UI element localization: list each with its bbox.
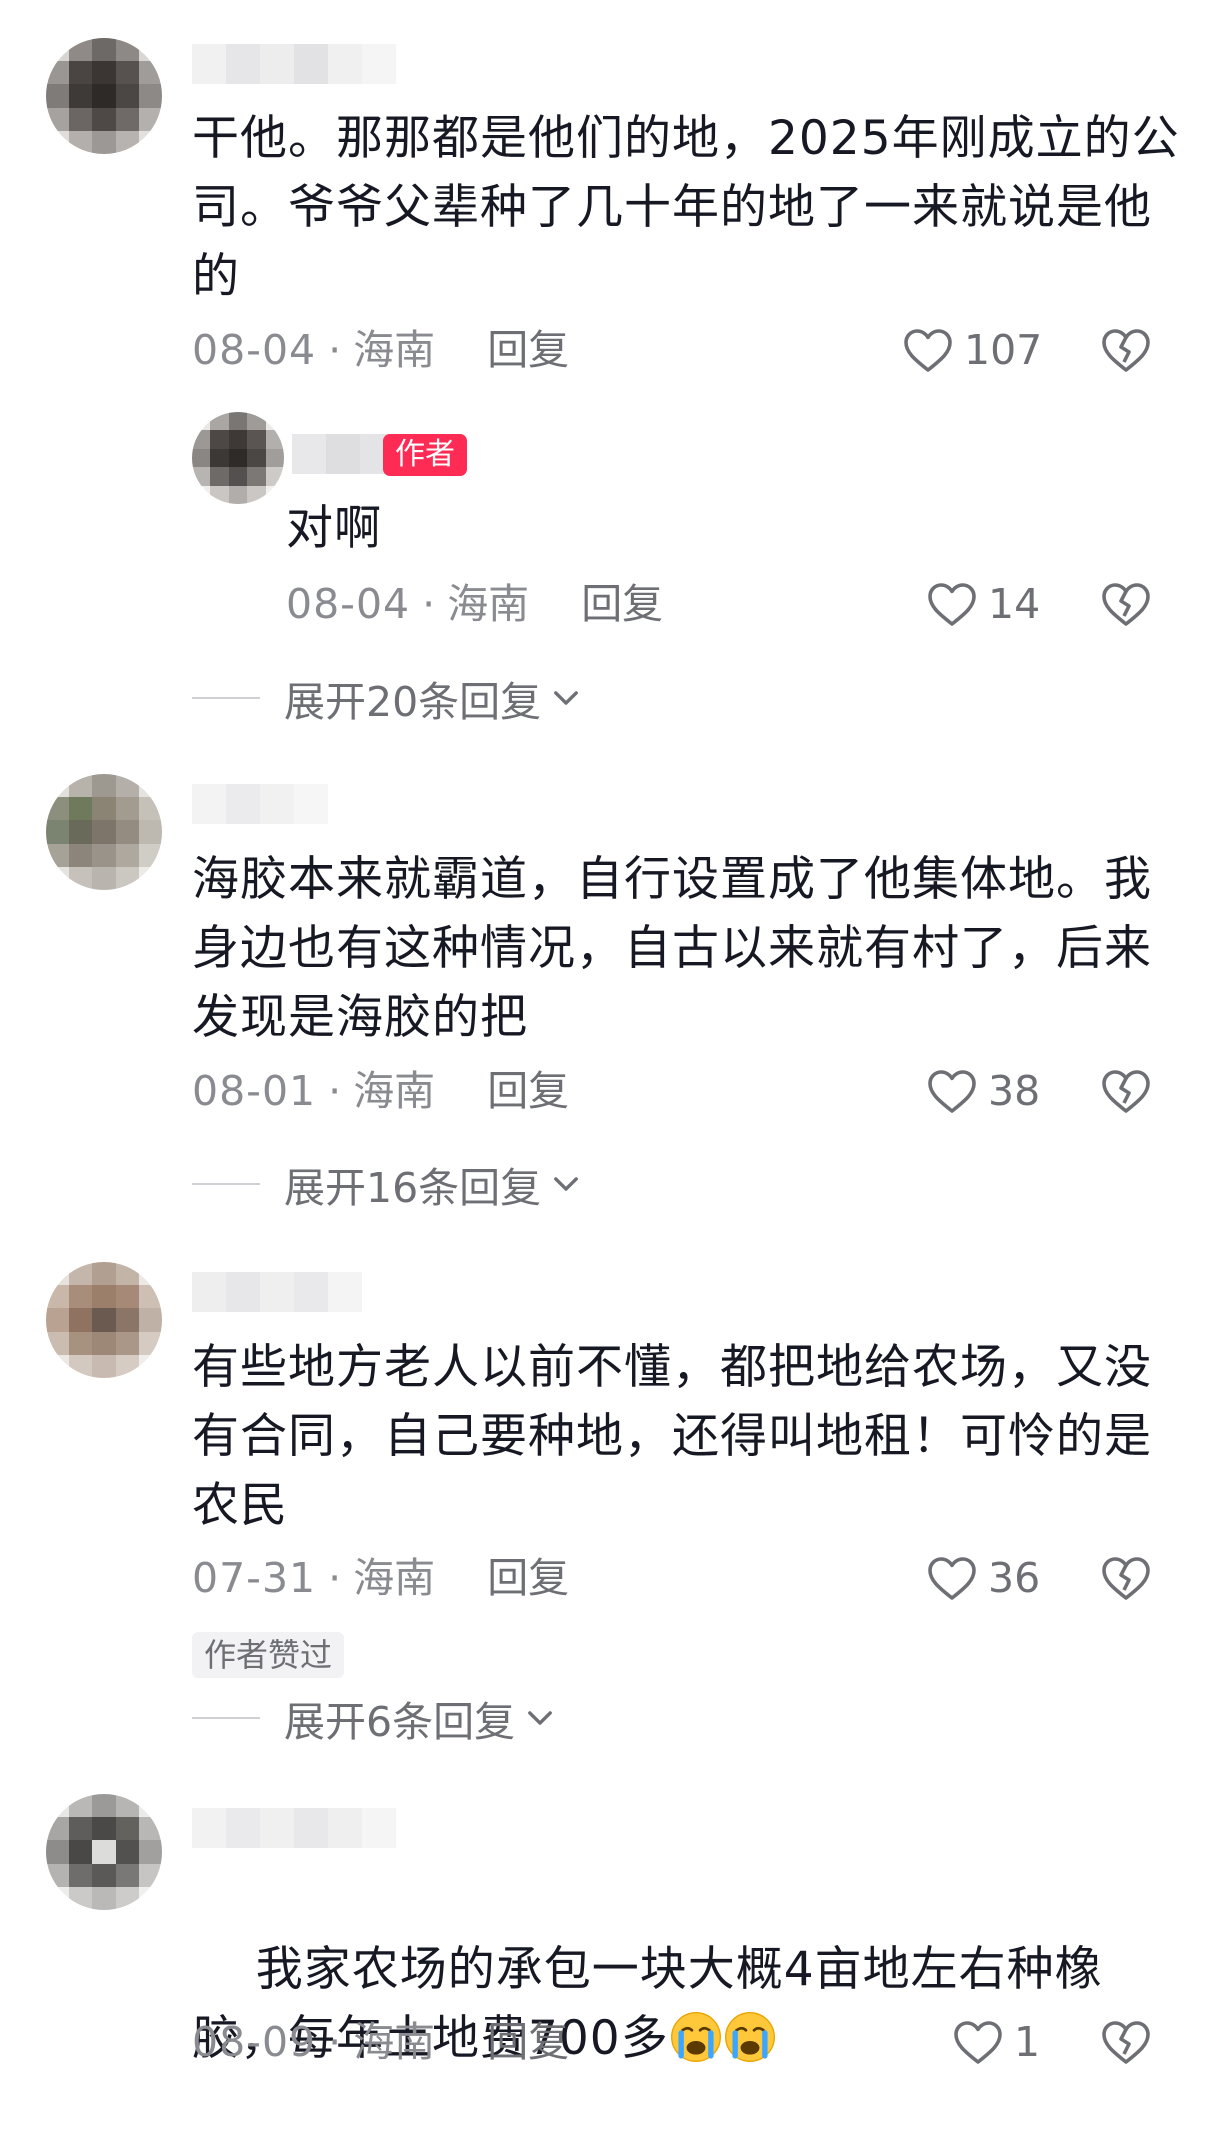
meta-separator: ·: [422, 580, 436, 628]
author-liked-tag: 作者赞过: [192, 1632, 345, 1678]
comment-text: 我家农场的承包一块大概4亩地左右种橡胶，每年土地费700多: [192, 1866, 1192, 2142]
comment-location: 海南: [353, 326, 436, 374]
comment-meta: 08-09 · 海南 回复: [192, 2012, 569, 2072]
reply-button[interactable]: 回复: [487, 1061, 569, 1121]
avatar[interactable]: [46, 1794, 162, 1910]
heart-outline-icon: [928, 1557, 976, 1600]
author-badge: 作者: [383, 434, 467, 476]
username-blurred[interactable]: [192, 1808, 396, 1848]
expand-replies-button[interactable]: 展开20条回复: [192, 668, 583, 728]
crying-emoji-icon: [724, 2012, 775, 2062]
like-count: 38: [988, 1067, 1041, 1115]
expand-replies-button[interactable]: 展开6条回复: [192, 1688, 557, 1748]
broken-heart-icon[interactable]: [1100, 2016, 1152, 2068]
comment-meta: 07-31 · 海南 回复: [192, 1548, 569, 1608]
avatar[interactable]: [46, 774, 162, 890]
like-count: 107: [964, 326, 1043, 374]
like-count: 1: [1014, 2018, 1041, 2066]
chevron-down-icon: [554, 691, 579, 705]
comment-text: 干他。那那都是他们的地，2025年刚成立的公司。爷爷父辈种了几十年的地了一来就说…: [192, 111, 1180, 304]
heart-outline-icon: [954, 2021, 1002, 2064]
expand-label: 展开20条回复: [284, 678, 542, 726]
like-button[interactable]: 36: [926, 1548, 1040, 1608]
reply-button[interactable]: 回复: [487, 320, 569, 380]
broken-heart-icon[interactable]: [1100, 578, 1152, 630]
expand-divider: [192, 1717, 260, 1719]
reply-button[interactable]: 回复: [581, 574, 663, 634]
reply-date: 08-04: [286, 580, 411, 628]
expand-divider: [192, 1183, 260, 1185]
comment-location: 海南: [353, 2018, 436, 2066]
expand-divider: [192, 697, 260, 699]
comment-location: 海南: [353, 1554, 436, 1602]
username-blurred[interactable]: [192, 44, 396, 84]
reply-text: 对啊: [286, 501, 382, 556]
username-blurred[interactable]: [192, 1272, 362, 1312]
broken-heart-icon[interactable]: [1100, 1552, 1152, 1604]
comment-text: 有些地方老人以前不懂，都把地给农场，又没有合同，自己要种地，还得叫地租！可怜的是…: [192, 1340, 1152, 1533]
reply-button[interactable]: 回复: [487, 1548, 569, 1608]
expand-label: 展开16条回复: [284, 1164, 542, 1212]
avatar[interactable]: [46, 38, 162, 154]
expand-label: 展开6条回复: [284, 1698, 516, 1746]
chevron-down-icon: [528, 1711, 552, 1725]
like-button[interactable]: 14: [926, 574, 1040, 634]
comment-location: 海南: [353, 1067, 436, 1115]
comment-date: 08-09: [192, 2018, 317, 2066]
meta-separator: ·: [328, 326, 342, 374]
heart-outline-icon: [928, 583, 976, 626]
username-blurred[interactable]: [192, 784, 328, 824]
broken-heart-icon[interactable]: [1100, 324, 1152, 376]
comment-meta: 08-01 · 海南 回复: [192, 1061, 569, 1121]
like-button[interactable]: 38: [926, 1061, 1040, 1121]
like-button[interactable]: 107: [902, 320, 1042, 380]
heart-outline-icon: [928, 1070, 976, 1113]
meta-separator: ·: [328, 1554, 342, 1602]
comment-meta: 08-04 · 海南 回复: [192, 320, 569, 380]
reply-username-blurred[interactable]: [292, 434, 394, 474]
meta-separator: ·: [328, 1067, 342, 1115]
chevron-down-icon: [554, 1177, 579, 1191]
meta-separator: ·: [328, 2018, 342, 2066]
like-button[interactable]: 1: [952, 2012, 1040, 2072]
comment-date: 08-01: [192, 1067, 317, 1115]
like-count: 36: [988, 1554, 1041, 1602]
reply-location: 海南: [447, 580, 530, 628]
comment-date: 07-31: [192, 1554, 317, 1602]
heart-outline-icon: [904, 329, 952, 372]
comment-date: 08-04: [192, 326, 317, 374]
like-count: 14: [988, 580, 1041, 628]
broken-heart-icon[interactable]: [1100, 1065, 1152, 1117]
crying-emoji-icon: [670, 2012, 721, 2062]
expand-replies-button[interactable]: 展开16条回复: [192, 1154, 583, 1214]
comment-text: 海胶本来就霸道，自行设置成了他集体地。我身边也有这种情况，自古以来就有村了，后来…: [192, 852, 1152, 1045]
avatar[interactable]: [46, 1262, 162, 1378]
reply-button[interactable]: 回复: [487, 2012, 569, 2072]
reply-meta: 08-04 · 海南 回复: [286, 574, 663, 634]
reply-avatar[interactable]: [192, 412, 284, 504]
